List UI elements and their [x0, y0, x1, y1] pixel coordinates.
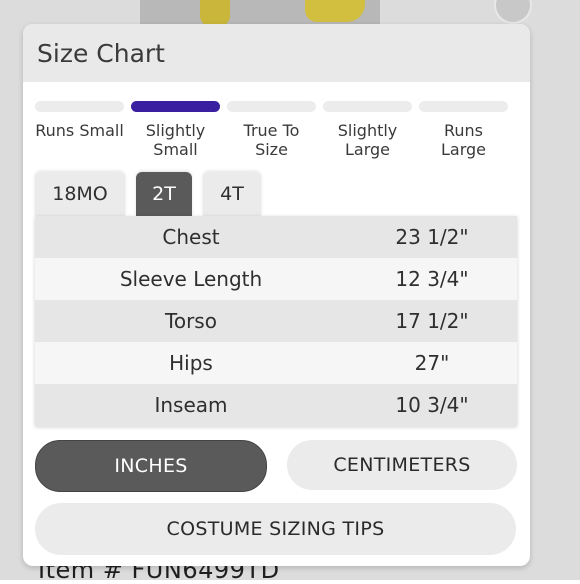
fit-scale-labels: Runs Small Slightly Small True To Size S… [35, 121, 525, 159]
fit-bar-runs-large [419, 101, 508, 112]
size-chart-modal: Size Chart Runs Small Slightly Small Tru… [23, 24, 530, 566]
measurement-value: 27" [414, 351, 450, 375]
table-row: Torso 17 1/2" [35, 300, 517, 342]
tab-size-2t[interactable]: 2T [136, 172, 192, 216]
table-row: Sleeve Length 12 3/4" [35, 258, 517, 300]
fit-bar-slightly-small [131, 101, 220, 112]
measurement-value: 23 1/2" [395, 225, 469, 249]
inches-button[interactable]: INCHES [35, 440, 267, 492]
measurement-value: 12 3/4" [395, 267, 469, 291]
tab-size-18mo[interactable]: 18MO [35, 172, 125, 216]
product-image-detail [305, 0, 365, 22]
close-icon[interactable] [494, 0, 532, 24]
table-row: Chest 23 1/2" [35, 216, 517, 258]
table-row: Inseam 10 3/4" [35, 384, 517, 426]
fit-label: Slightly Small [145, 121, 206, 159]
fit-scale-bars [35, 101, 525, 112]
fit-bar-runs-small [35, 101, 124, 112]
fit-label: Runs Small [35, 121, 124, 140]
fit-label: True To Size [243, 121, 300, 159]
measurement-name: Chest [162, 225, 220, 249]
fit-label: Runs Large [440, 121, 486, 159]
unit-toggle: INCHES CENTIMETERS [35, 440, 517, 492]
fit-bar-slightly-large [323, 101, 412, 112]
fit-scale: Runs Small Slightly Small True To Size S… [35, 101, 525, 159]
modal-header: Size Chart [23, 24, 530, 82]
measurement-name: Torso [165, 309, 217, 333]
measurements-table: Chest 23 1/2" Sleeve Length 12 3/4" Tors… [35, 216, 517, 426]
measurement-value: 17 1/2" [395, 309, 469, 333]
size-tabs: 18MO 2T 4T [35, 172, 261, 216]
measurement-name: Hips [169, 351, 213, 375]
modal-title: Size Chart [37, 38, 165, 68]
fit-bar-true-to-size [227, 101, 316, 112]
measurement-value: 10 3/4" [395, 393, 469, 417]
product-image-detail [200, 0, 230, 26]
costume-sizing-tips-button[interactable]: COSTUME SIZING TIPS [35, 503, 516, 555]
measurement-name: Sleeve Length [119, 267, 263, 291]
measurement-name: Inseam [154, 393, 228, 417]
fit-label: Slightly Large [337, 121, 398, 159]
tab-size-4t[interactable]: 4T [203, 172, 261, 216]
centimeters-button[interactable]: CENTIMETERS [287, 440, 517, 490]
table-row: Hips 27" [35, 342, 517, 384]
